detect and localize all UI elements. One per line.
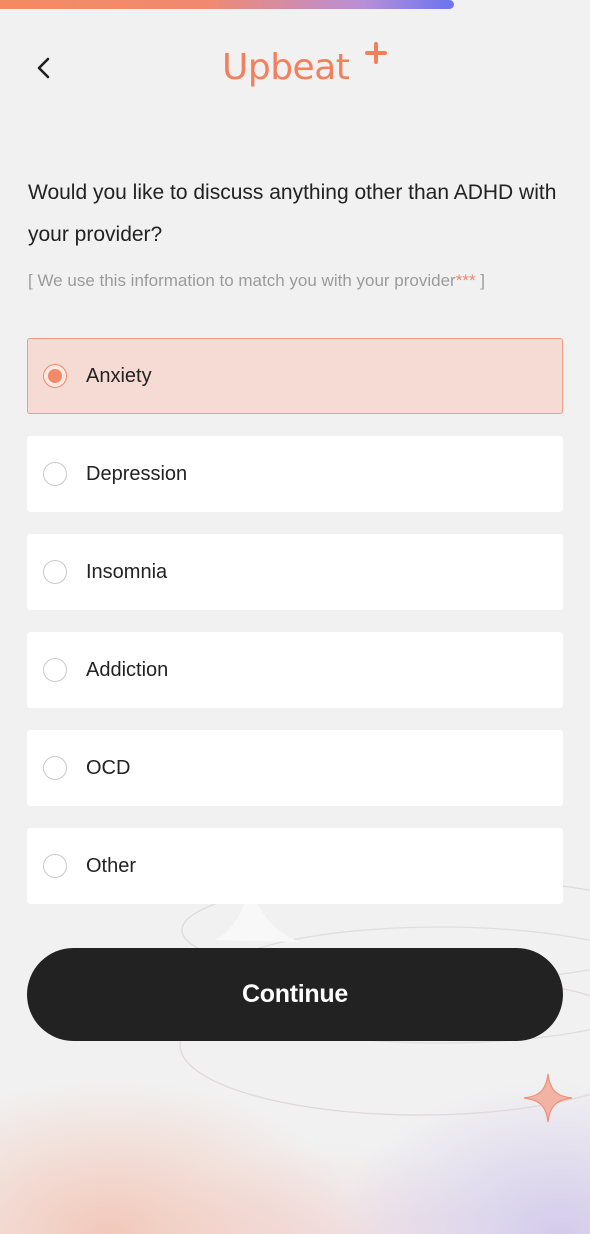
upbeat-logo: Upbeat bbox=[222, 42, 387, 94]
screen: Upbeat Would you like to discuss anythin… bbox=[0, 0, 590, 1234]
radio-button[interactable] bbox=[43, 560, 67, 584]
option-anxiety[interactable]: Anxiety bbox=[27, 338, 563, 414]
plus-sparkle-icon bbox=[365, 42, 387, 64]
radio-button[interactable] bbox=[43, 658, 67, 682]
option-label: Depression bbox=[86, 462, 188, 485]
hint-text: [ We use this information to match you w… bbox=[28, 268, 485, 294]
sparkle-icon bbox=[523, 1073, 573, 1123]
radio-button[interactable] bbox=[43, 364, 67, 388]
radio-button[interactable] bbox=[43, 854, 67, 878]
option-label: Anxiety bbox=[86, 364, 152, 387]
radio-button[interactable] bbox=[43, 756, 67, 780]
question-title: Would you like to discuss anything other… bbox=[28, 181, 557, 246]
chevron-left-icon bbox=[37, 57, 50, 79]
hint-asterisks: *** bbox=[455, 271, 476, 290]
back-button[interactable] bbox=[24, 48, 64, 88]
option-label: OCD bbox=[86, 756, 131, 779]
option-list: Anxiety Depression Insomnia Addiction OC… bbox=[27, 338, 563, 926]
continue-button[interactable]: Continue bbox=[27, 948, 563, 1041]
progress-bar bbox=[0, 0, 590, 9]
radio-button[interactable] bbox=[43, 462, 67, 486]
option-other[interactable]: Other bbox=[27, 828, 563, 904]
option-label: Other bbox=[86, 854, 137, 877]
option-addiction[interactable]: Addiction bbox=[27, 632, 563, 708]
progress-bar-fill bbox=[0, 0, 455, 9]
option-ocd[interactable]: OCD bbox=[27, 730, 563, 806]
hint-text-main: [ We use this information to match you w… bbox=[28, 271, 456, 290]
background-glow bbox=[0, 874, 590, 1234]
option-insomnia[interactable]: Insomnia bbox=[27, 534, 563, 610]
hint-text-close: ] bbox=[475, 271, 486, 290]
option-depression[interactable]: Depression bbox=[27, 436, 563, 512]
option-label: Insomnia bbox=[86, 560, 168, 583]
logo-text: Upbeat bbox=[222, 47, 350, 88]
radio-selected-dot bbox=[48, 369, 62, 383]
option-label: Addiction bbox=[86, 658, 169, 681]
